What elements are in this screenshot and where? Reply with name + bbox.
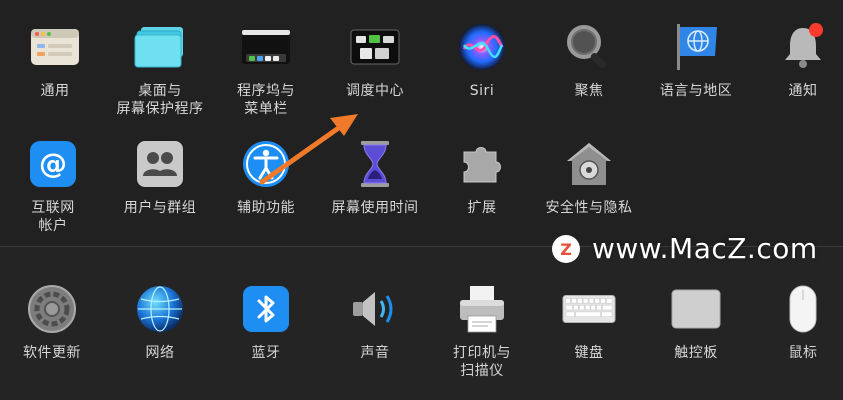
language-region-icon [669,20,723,74]
siri-icon [455,20,509,74]
security-privacy-icon [562,137,616,191]
watermark-text: www.MacZ.com [592,232,818,265]
pref-language-region[interactable]: 语言与地区 [641,20,751,100]
keyboard-icon [562,282,616,336]
mouse-icon [776,282,830,336]
pref-software-update[interactable]: 软件更新 [0,282,107,362]
pref-label: Siri [469,83,495,99]
pref-extensions[interactable]: 扩展 [427,137,537,217]
pref-security-privacy[interactable]: 安全性与隐私 [534,137,644,217]
pref-label: 声音 [360,345,390,361]
screen-time-icon [348,137,402,191]
internet-accounts-icon: @ [26,137,80,191]
pref-keyboard[interactable]: 键盘 [534,282,644,362]
pref-label: 键盘 [574,345,604,361]
accessibility-icon [239,137,293,191]
pref-printers-scanners[interactable]: 打印机与 扫描仪 [427,282,537,380]
pref-label: 互联网 帐户 [31,200,75,234]
pref-label: 打印机与 扫描仪 [453,345,511,379]
pref-dock-menubar[interactable]: 程序坞与 菜单栏 [211,20,321,118]
pref-label: 扩展 [467,200,497,216]
pref-screen-time[interactable]: 屏幕使用时间 [320,137,430,217]
dock-menubar-icon [239,20,293,74]
pref-label: 语言与地区 [659,83,733,99]
pref-general[interactable]: 通用 [0,20,110,100]
svg-text:Z: Z [560,240,572,259]
pref-label: 程序坞与 菜单栏 [237,83,295,117]
pref-label: 桌面与 屏幕保护程序 [116,83,204,117]
printers-scanners-icon [455,282,509,336]
pref-mission-control[interactable]: 调度中心 [320,20,430,100]
pref-mouse[interactable]: 鼠标 [748,282,843,362]
pref-label: 蓝牙 [251,345,281,361]
watermark-logo-icon: Z [552,234,580,263]
pref-trackpad[interactable]: 触控板 [641,282,751,362]
svg-text:@: @ [39,147,67,180]
users-groups-icon [133,137,187,191]
pref-bluetooth[interactable]: 蓝牙 [211,282,321,362]
pref-siri[interactable]: Siri [427,20,537,100]
pref-label: 触控板 [674,345,718,361]
watermark: Z www.MacZ.com [552,232,818,265]
notifications-icon [776,20,830,74]
bluetooth-icon [239,282,293,336]
spotlight-icon [562,20,616,74]
pref-network[interactable]: 网络 [105,282,215,362]
pref-notifications[interactable]: 通知 [748,20,843,100]
pref-internet-accounts[interactable]: @ 互联网 帐户 [0,137,108,235]
sound-icon [348,282,402,336]
mission-control-icon [348,20,402,74]
pref-label: 安全性与隐私 [545,200,633,216]
network-icon [133,282,187,336]
pref-desktop-screensaver[interactable]: 桌面与 屏幕保护程序 [105,20,215,118]
pref-label: 屏幕使用时间 [331,200,419,216]
pref-label: 网络 [145,345,175,361]
pref-sound[interactable]: 声音 [320,282,430,362]
pref-label: 通知 [788,83,818,99]
pref-label: 通用 [40,83,70,99]
pref-label: 辅助功能 [237,200,295,216]
pref-users-groups[interactable]: 用户与群组 [105,137,215,217]
pref-label: 鼠标 [788,345,818,361]
pref-label: 调度中心 [346,83,404,99]
software-update-icon [25,282,79,336]
general-icon [28,20,82,74]
extensions-icon [455,137,509,191]
desktop-screensaver-icon [133,20,187,74]
pref-spotlight[interactable]: 聚焦 [534,20,644,100]
pref-label: 软件更新 [23,345,81,361]
pref-accessibility[interactable]: 辅助功能 [211,137,321,217]
pref-label: 聚焦 [574,83,604,99]
trackpad-icon [669,282,723,336]
pref-label: 用户与群组 [123,200,197,216]
